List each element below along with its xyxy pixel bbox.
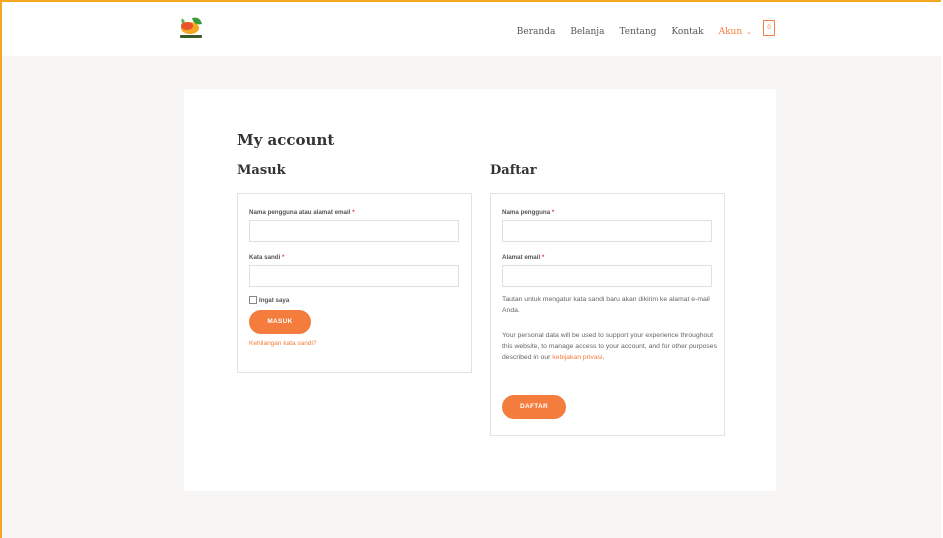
- lost-password-link[interactable]: Kehilangan kata sandi?: [249, 340, 317, 347]
- privacy-policy-link[interactable]: kebijakan privasi: [552, 354, 602, 361]
- privacy-text: Your personal data will be used to suppo…: [502, 332, 717, 361]
- login-form: Nama pengguna atau alamat email * Kata s…: [237, 193, 472, 373]
- reg-email-label: Alamat email *: [502, 254, 544, 261]
- main-nav: Beranda Belanja Tentang Kontak Akun ⌄: [517, 22, 781, 42]
- leaf-logo-icon: [180, 17, 202, 38]
- register-title: Daftar: [490, 163, 537, 178]
- login-button[interactable]: MASUK: [249, 310, 311, 334]
- cart-count: 0: [767, 25, 771, 31]
- site-header: Beranda Belanja Tentang Kontak Akun ⌄ 0: [2, 2, 941, 56]
- privacy-end: .: [602, 354, 605, 361]
- page-title: My account: [237, 131, 335, 149]
- username-label: Nama pengguna atau alamat email *: [249, 209, 355, 216]
- password-note: Tautan untuk mengatur kata sandi baru ak…: [502, 296, 710, 314]
- nav-beranda[interactable]: Beranda: [517, 27, 556, 37]
- login-title: Masuk: [237, 163, 286, 178]
- nav-kontak[interactable]: Kontak: [671, 27, 703, 37]
- password-label: Kata sandi *: [249, 254, 284, 261]
- required-mark: *: [282, 254, 285, 261]
- required-mark: *: [551, 209, 555, 216]
- page-frame: Beranda Belanja Tentang Kontak Akun ⌄ 0 …: [0, 0, 941, 538]
- logo[interactable]: [174, 14, 214, 44]
- login-password-input[interactable]: [249, 265, 459, 287]
- cart-icon[interactable]: 0: [763, 20, 775, 36]
- register-username-input[interactable]: [502, 220, 712, 242]
- privacy-notice: Your personal data will be used to suppo…: [502, 330, 718, 363]
- password-label-text: Kata sandi: [249, 254, 281, 261]
- chevron-down-icon: ⌄: [746, 28, 752, 36]
- reg-username-label-text: Nama pengguna: [502, 209, 551, 216]
- reg-username-label: Nama pengguna *: [502, 209, 554, 216]
- nav-akun-label: Akun: [718, 27, 743, 37]
- register-form: Nama pengguna * Alamat email * Tautan un…: [490, 193, 725, 436]
- reg-email-label-text: Alamat email: [502, 254, 541, 261]
- nav-belanja[interactable]: Belanja: [570, 27, 604, 37]
- nav-akun[interactable]: Akun ⌄: [719, 27, 752, 37]
- register-button[interactable]: DAFTAR: [502, 395, 566, 419]
- username-label-text: Nama pengguna atau alamat email: [249, 209, 351, 216]
- remember-label: Ingat saya: [259, 296, 290, 304]
- account-card: My account Masuk Nama pengguna atau alam…: [184, 89, 776, 491]
- login-username-input[interactable]: [249, 220, 459, 242]
- required-mark: *: [352, 209, 355, 216]
- remember-me[interactable]: Ingat saya: [249, 296, 289, 304]
- nav-tentang[interactable]: Tentang: [619, 27, 656, 37]
- register-email-input[interactable]: [502, 265, 712, 287]
- required-mark: *: [541, 254, 545, 261]
- remember-checkbox[interactable]: [249, 296, 257, 304]
